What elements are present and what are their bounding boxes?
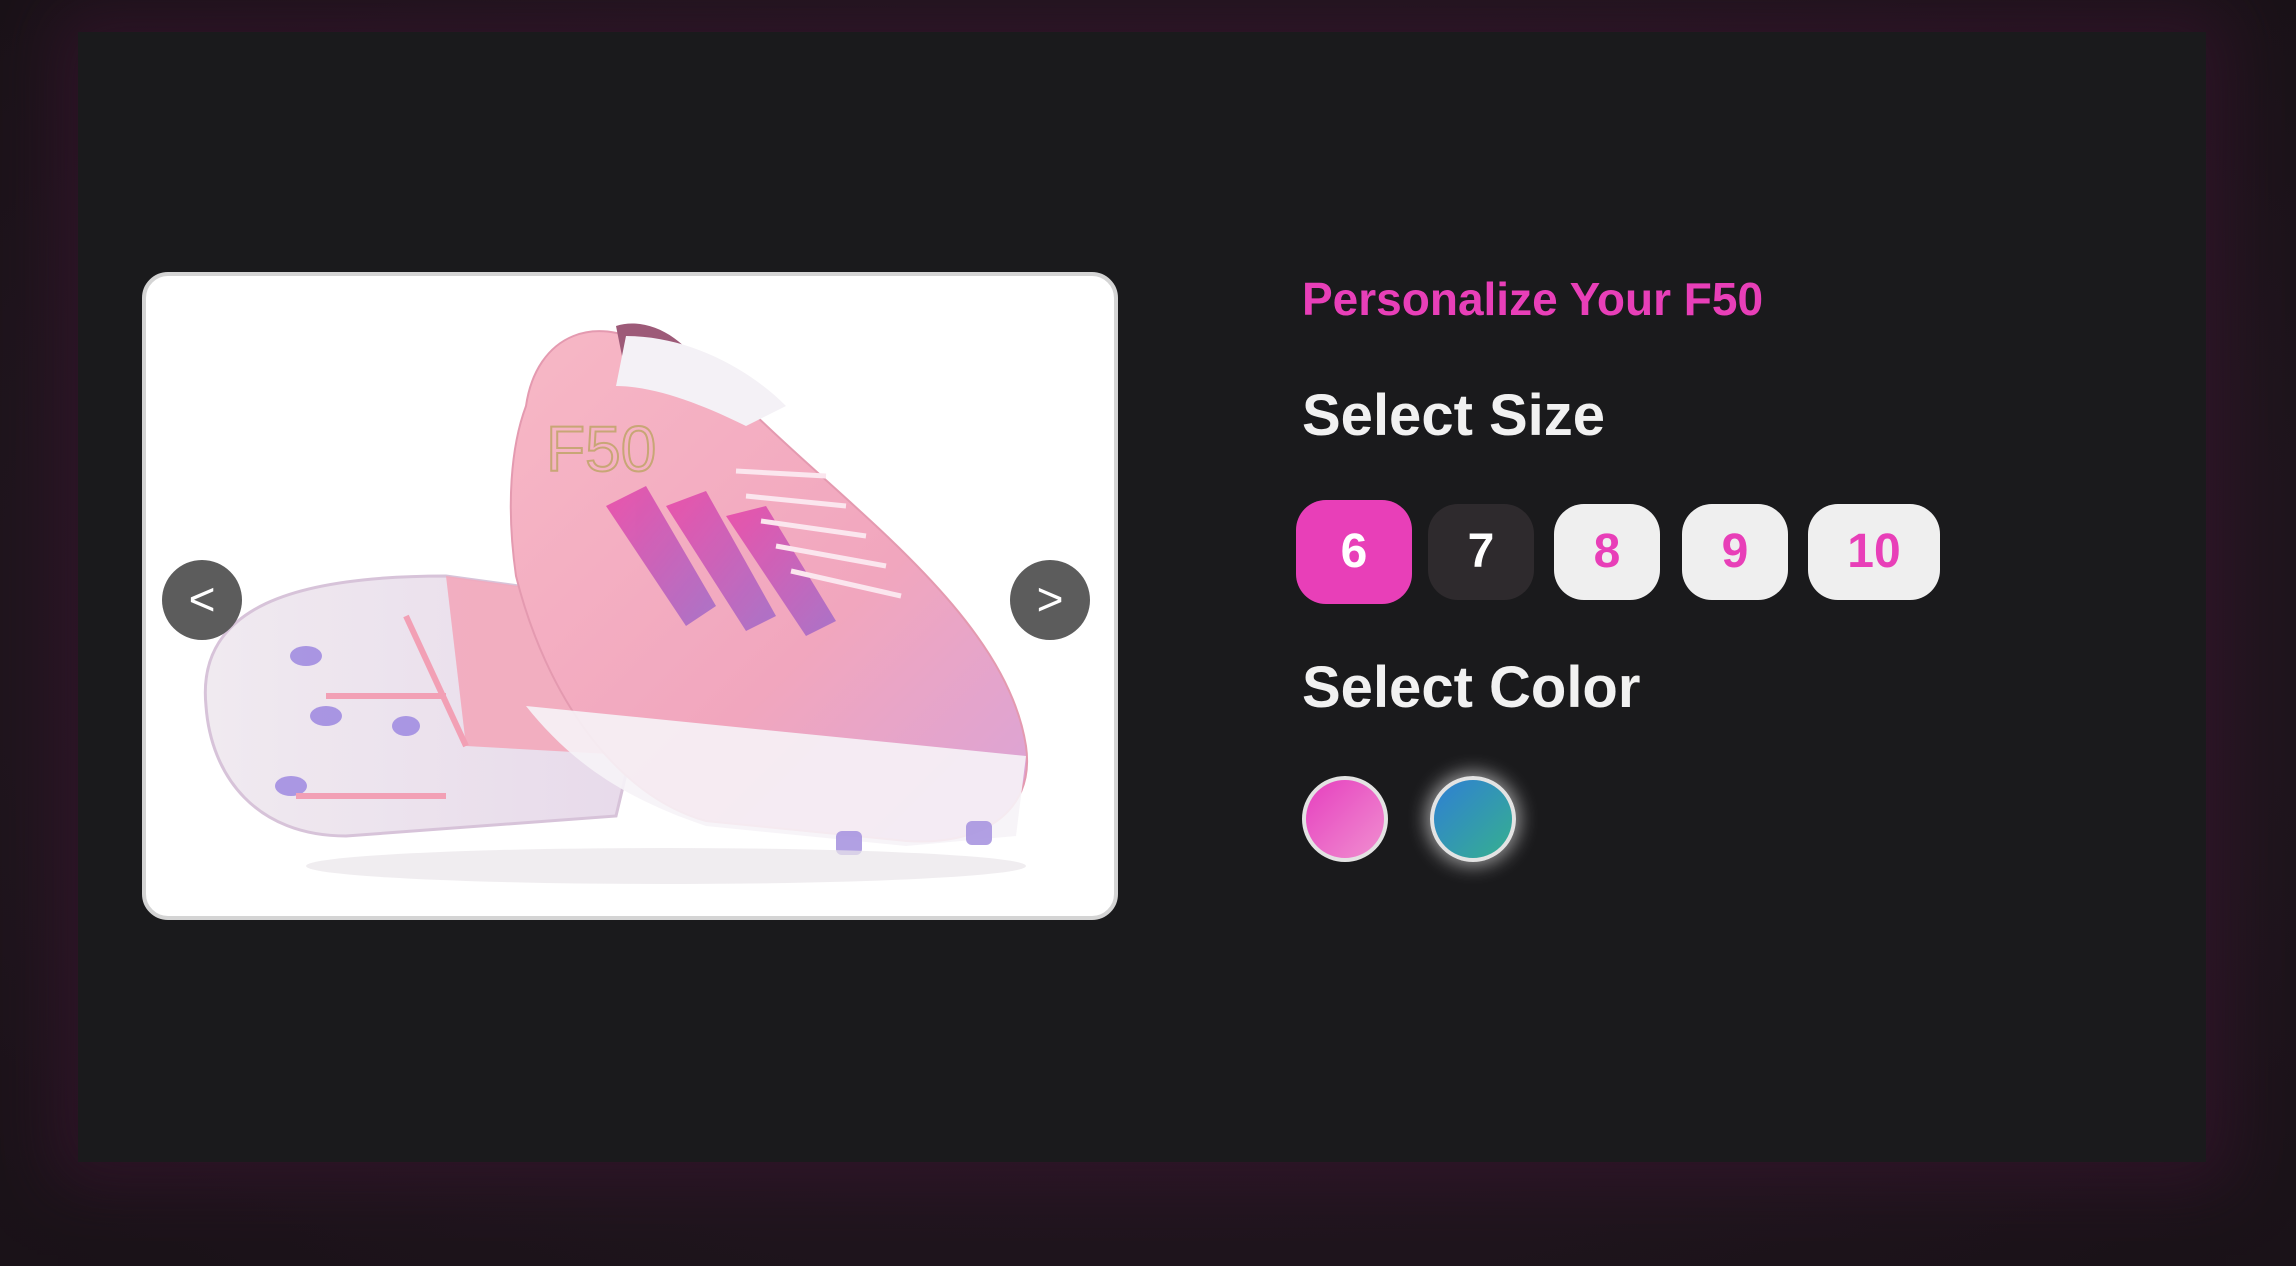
size-option-10[interactable]: 10: [1808, 504, 1940, 600]
size-option-6[interactable]: 6: [1296, 500, 1412, 604]
carousel-prev-button[interactable]: <: [162, 560, 242, 640]
size-section-title: Select Size: [1302, 383, 1606, 448]
product-image: F50: [203, 323, 1029, 884]
carousel-next-button[interactable]: >: [1010, 560, 1090, 640]
svg-text:F50: F50: [546, 413, 656, 485]
size-option-9[interactable]: 9: [1682, 504, 1788, 600]
size-option-7[interactable]: 7: [1428, 504, 1534, 600]
size-option-8[interactable]: 8: [1554, 504, 1660, 600]
color-section-title: Select Color: [1302, 655, 1641, 720]
product-image-carousel: F50 < >: [142, 272, 1118, 920]
color-swatch-pink[interactable]: [1302, 776, 1388, 862]
page-title: Personalize Your F50: [1302, 273, 1764, 325]
color-swatch-blue-green[interactable]: [1430, 776, 1516, 862]
